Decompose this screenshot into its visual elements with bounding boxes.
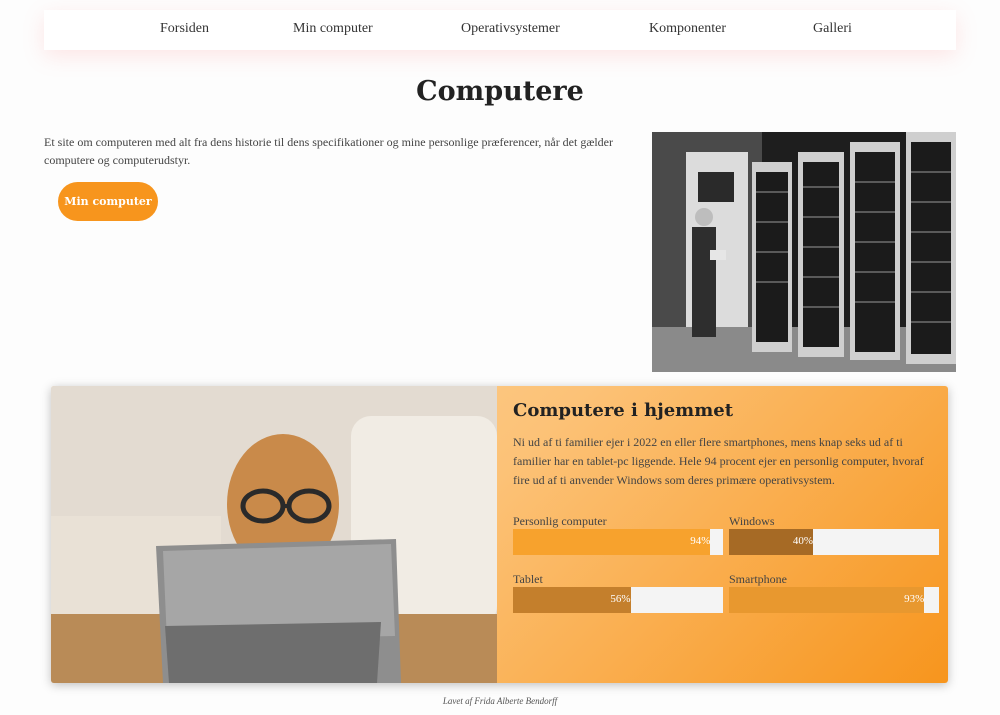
nav-item-min-computer[interactable]: Min computer xyxy=(293,21,373,37)
card-title: Computere i hjemmet xyxy=(513,400,734,421)
stat-fill: 94% xyxy=(513,529,711,555)
stat-track: 40% xyxy=(729,529,939,555)
dog-with-tablet-photo xyxy=(51,386,497,683)
stat-smartphone: Smartphone 93% xyxy=(729,572,939,613)
stat-label: Personlig computer xyxy=(513,514,607,528)
min-computer-button[interactable]: Min computer xyxy=(58,182,158,221)
stat-label: Smartphone xyxy=(729,572,787,586)
nav-item-operativsystemer[interactable]: Operativsystemer xyxy=(461,21,560,37)
vintage-computer-room-photo xyxy=(652,132,956,372)
stat-tablet: Tablet 56% xyxy=(513,572,723,613)
stat-track: 94% xyxy=(513,529,723,555)
stat-value: 93% xyxy=(904,593,925,605)
stat-value: 56% xyxy=(610,593,631,605)
nav-item-forsiden[interactable]: Forsiden xyxy=(160,21,209,37)
stat-value: 94% xyxy=(690,535,711,547)
stat-fill: 56% xyxy=(513,587,631,613)
top-navigation: Forsiden Min computer Operativsystemer K… xyxy=(44,10,956,50)
stat-fill: 40% xyxy=(729,529,813,555)
stat-track: 93% xyxy=(729,587,939,613)
nav-item-komponenter[interactable]: Komponenter xyxy=(649,21,726,37)
stat-track: 56% xyxy=(513,587,723,613)
intro-text: Et site om computeren med alt fra dens h… xyxy=(44,135,614,167)
stat-label: Windows xyxy=(729,514,775,528)
stat-label: Tablet xyxy=(513,572,543,586)
stat-personlig-computer: Personlig computer 94% xyxy=(513,514,723,555)
stat-value: 40% xyxy=(792,535,813,547)
page-title: Computere xyxy=(416,76,584,107)
nav-item-galleri[interactable]: Galleri xyxy=(813,21,852,37)
footer-credit: Lavet af Frida Alberte Bendorff xyxy=(442,696,558,706)
card-text: Ni ud af ti familier ejer i 2022 en elle… xyxy=(513,435,924,487)
stat-windows: Windows 40% xyxy=(729,514,939,555)
homes-statistics-card: Computere i hjemmet Ni ud af ti familier… xyxy=(51,386,948,683)
stat-fill: 93% xyxy=(729,587,925,613)
